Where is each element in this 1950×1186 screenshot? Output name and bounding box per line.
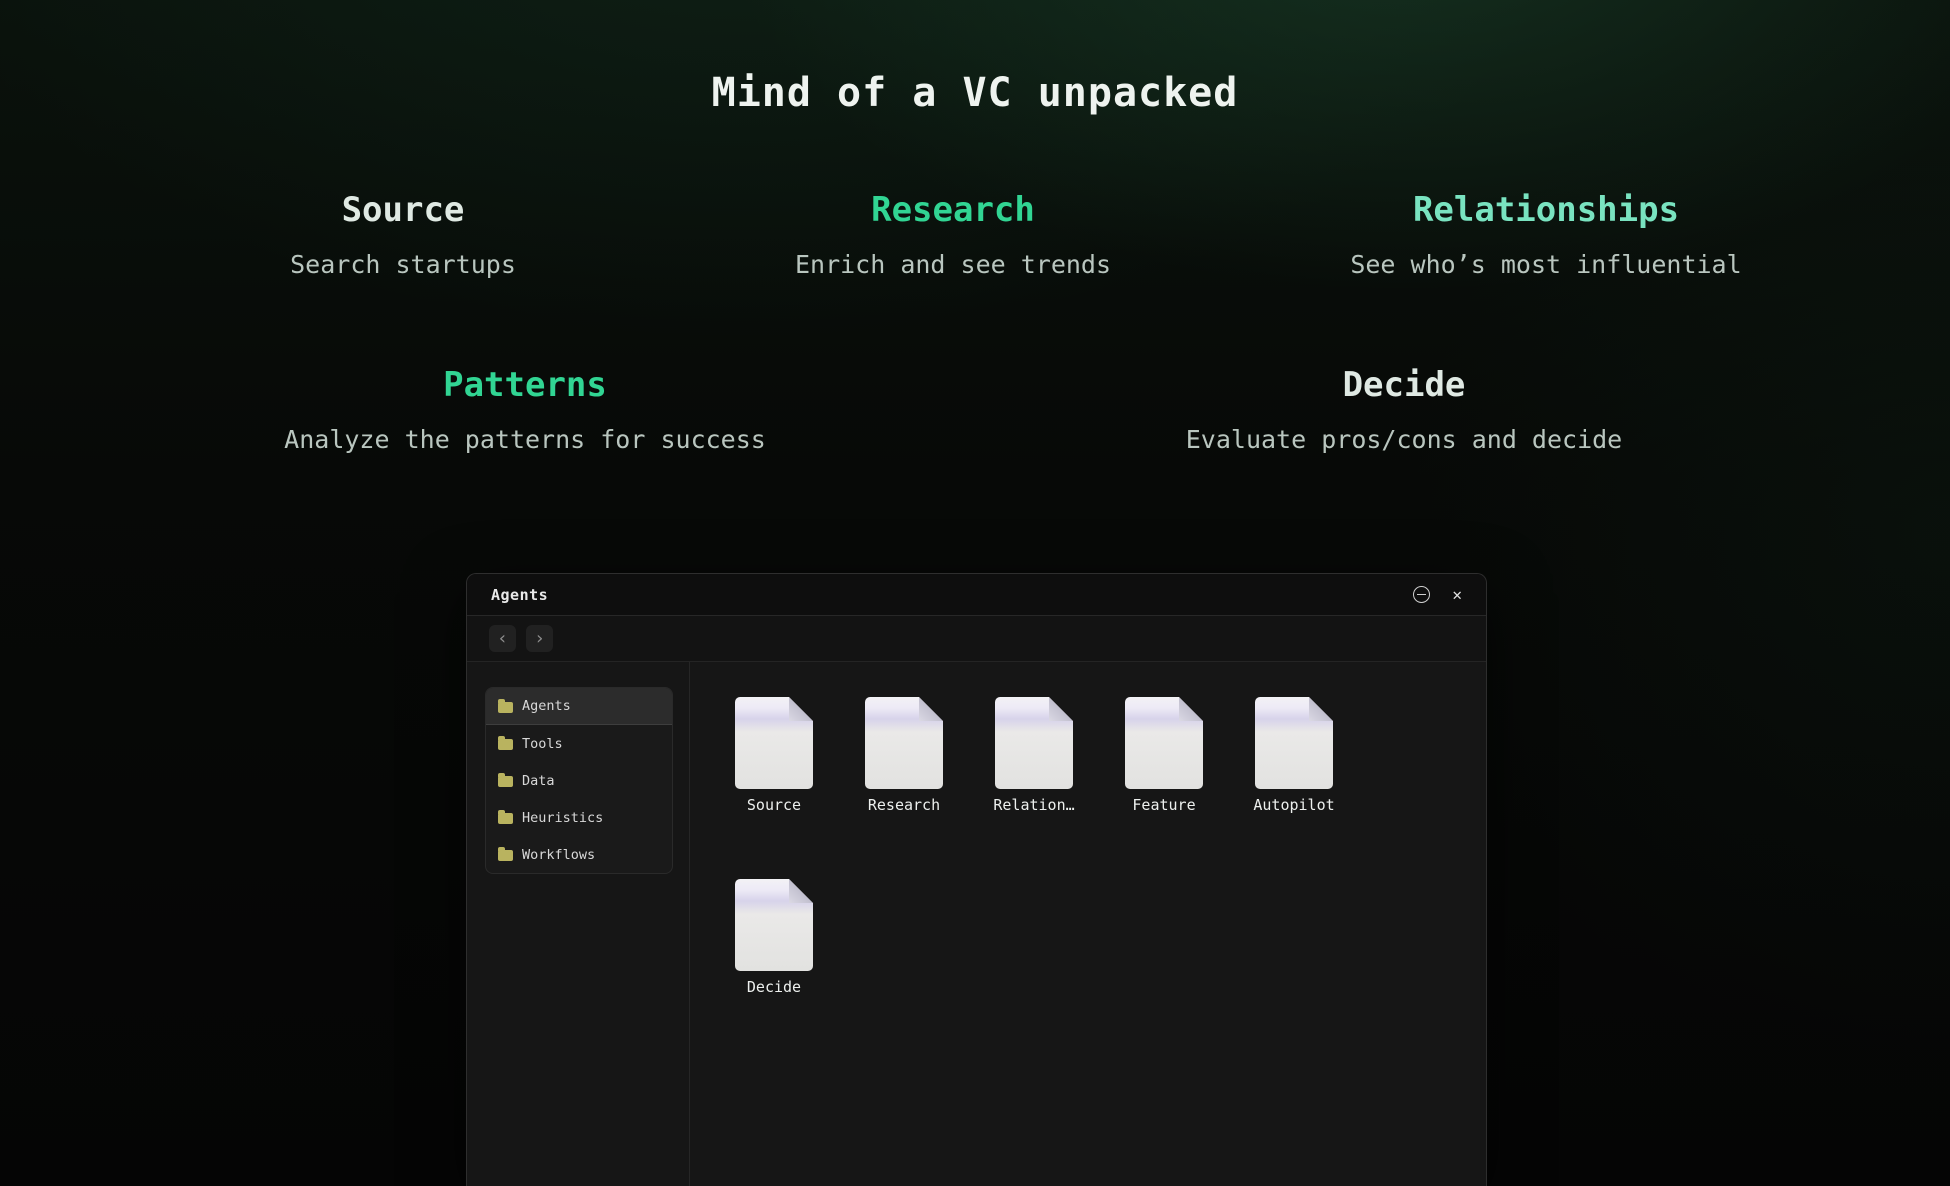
feature-heading-relationships: Relationships — [1350, 190, 1741, 231]
feature-heading-patterns: Patterns — [284, 365, 766, 406]
file-label: Relation… — [993, 796, 1074, 814]
sidebar: Agents Tools Data Heuristics Workflows — [467, 662, 690, 1186]
minimize-icon[interactable] — [1413, 586, 1430, 603]
file-item-source[interactable]: Source — [722, 697, 826, 815]
document-icon — [1125, 697, 1203, 789]
sidebar-item-label: Heuristics — [522, 810, 603, 826]
window-content: Agents Tools Data Heuristics Workflows — [467, 662, 1486, 1186]
sidebar-panel: Agents Tools Data Heuristics Workflows — [485, 687, 673, 874]
feature-heading-source: Source — [290, 190, 516, 231]
feature-heading-decide: Decide — [1186, 365, 1623, 406]
file-item-research[interactable]: Research — [852, 697, 956, 815]
sidebar-item-label: Agents — [522, 698, 571, 714]
sidebar-item-heuristics[interactable]: Heuristics — [486, 799, 672, 836]
folder-icon — [498, 702, 513, 713]
back-button[interactable]: ‹ — [489, 625, 516, 652]
feature-heading-research: Research — [795, 190, 1111, 231]
sidebar-item-workflows[interactable]: Workflows — [486, 836, 672, 873]
document-icon — [735, 879, 813, 971]
document-icon — [1255, 697, 1333, 789]
page-title: Mind of a VC unpacked — [0, 70, 1950, 116]
window-toolbar: ‹ › — [467, 616, 1486, 662]
sidebar-item-data[interactable]: Data — [486, 762, 672, 799]
feature-subtitle-research: Enrich and see trends — [795, 249, 1111, 282]
feature-subtitle-decide: Evaluate pros/cons and decide — [1186, 424, 1623, 457]
file-item-feature[interactable]: Feature — [1112, 697, 1216, 815]
chevron-right-icon: › — [534, 628, 545, 649]
sidebar-item-label: Tools — [522, 736, 563, 752]
window-titlebar[interactable]: Agents ✕ — [467, 574, 1486, 616]
sidebar-item-tools[interactable]: Tools — [486, 725, 672, 762]
sidebar-item-label: Data — [522, 773, 555, 789]
window-controls: ✕ — [1413, 586, 1462, 603]
file-item-decide[interactable]: Decide — [722, 879, 826, 997]
chevron-left-icon: ‹ — [497, 628, 508, 649]
feature-research: Research Enrich and see trends — [795, 190, 1111, 281]
folder-icon — [498, 850, 513, 861]
sidebar-item-agents[interactable]: Agents — [486, 688, 672, 725]
file-label: Source — [747, 796, 801, 814]
folder-icon — [498, 739, 513, 750]
file-item-autopilot[interactable]: Autopilot — [1242, 697, 1346, 815]
file-label: Decide — [747, 978, 801, 996]
feature-relationships: Relationships See who’s most influential — [1350, 190, 1741, 281]
file-grid: Source Research Relation… Feature Autopi… — [690, 662, 1486, 1186]
window-title: Agents — [491, 586, 548, 604]
document-icon — [865, 697, 943, 789]
file-label: Research — [868, 796, 940, 814]
forward-button[interactable]: › — [526, 625, 553, 652]
file-manager-window: Agents ✕ ‹ › Agents Tools — [466, 573, 1487, 1186]
feature-subtitle-relationships: See who’s most influential — [1350, 249, 1741, 282]
file-item-relationships[interactable]: Relation… — [982, 697, 1086, 815]
document-icon — [735, 697, 813, 789]
feature-patterns: Patterns Analyze the patterns for succes… — [284, 365, 766, 456]
feature-subtitle-source: Search startups — [290, 249, 516, 282]
file-label: Autopilot — [1253, 796, 1334, 814]
close-icon[interactable]: ✕ — [1452, 587, 1462, 603]
file-label: Feature — [1132, 796, 1195, 814]
feature-subtitle-patterns: Analyze the patterns for success — [284, 424, 766, 457]
folder-icon — [498, 776, 513, 787]
folder-icon — [498, 813, 513, 824]
document-icon — [995, 697, 1073, 789]
feature-decide: Decide Evaluate pros/cons and decide — [1186, 365, 1623, 456]
sidebar-item-label: Workflows — [522, 847, 595, 863]
feature-source: Source Search startups — [290, 190, 516, 281]
